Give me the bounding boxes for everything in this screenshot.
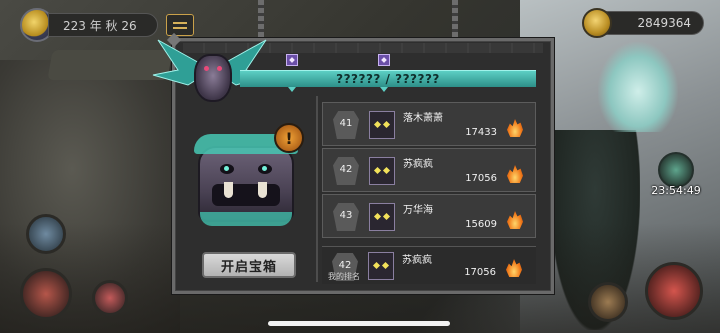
dialog-title: ?????? / ?????? [336,72,440,86]
fire-icon [507,211,523,229]
ranking-row[interactable]: 42 苏疯疯 17056 [322,148,536,192]
fire-icon [507,165,523,183]
event-timer[interactable]: 23:54:49 [646,152,706,197]
world-map-icon[interactable] [26,214,66,254]
my-avatar[interactable] [368,252,394,280]
rank-number: 42 [339,164,353,175]
open-chest-button[interactable]: 开启宝箱 [202,252,296,278]
hero-portrait-icon[interactable] [20,268,72,320]
player-avatar[interactable] [369,157,395,185]
monster-event-icon [658,152,694,188]
ranking-row[interactable]: 43 万华海 15609 [322,194,536,238]
emblem-eye [217,66,222,71]
player-score: 17056 [465,173,497,184]
player-score: 15609 [465,219,497,230]
rank-badge: 41 [333,111,359,139]
menu-icon [173,26,187,29]
player-avatar[interactable] [369,203,395,231]
chest-base [200,212,292,226]
ranking-list[interactable]: 41 落木萧萧 17433 42 苏疯疯 17056 43 万华海 15609 [322,96,536,246]
chest-eye [220,164,234,174]
player-name: 万华海 [403,205,433,216]
fire-icon [506,259,522,277]
dragon-sprite[interactable] [598,42,678,132]
chest-eye [258,164,272,174]
player-avatar[interactable] [369,111,395,139]
title-bar-arrow [380,87,388,92]
gold-coin-icon[interactable] [582,8,612,38]
list-divider [316,96,318,282]
battle-icon[interactable] [645,262,703,320]
chest-tooth [224,182,233,198]
my-rank-label: 我的排名 [328,272,360,281]
player-name: 苏疯疯 [403,159,433,170]
hanging-chain [452,0,458,40]
my-rank-number: 42 [338,260,352,271]
fire-icon [507,119,523,137]
chest-tooth [258,182,267,198]
player-score: 17433 [465,127,497,138]
gem-marker-icon [378,54,390,66]
rank-badge: 42 [333,157,359,185]
title-bar-arrow [288,87,296,92]
my-rank-row[interactable]: 42 我的排名 苏疯疯 17056 [322,246,536,284]
rank-number: 41 [339,118,353,129]
player-name: 落木萧萧 [403,113,443,124]
gold-bar: 2849364 [582,8,704,38]
menu-icon [173,21,187,24]
guild-badge-icon[interactable] [92,280,128,316]
my-player-name: 苏疯疯 [402,255,432,266]
inventory-bag-icon[interactable] [588,282,628,322]
emblem-eye [204,66,209,71]
my-player-score: 17056 [464,267,496,278]
ranking-row[interactable]: 41 落木萧萧 17433 [322,102,536,146]
chest-mouth [212,184,280,206]
dialog-title-bar: ?????? / ?????? [240,70,536,87]
alert-badge-icon[interactable]: ! [274,123,304,153]
gem-marker-icon [286,54,298,66]
rank-badge: 43 [333,203,359,231]
boss-emblem-icon [194,54,232,102]
rank-number: 43 [339,210,353,221]
date-display: 223 年 秋 26 [48,13,158,37]
timer-text: 23:54:49 [651,184,701,197]
gold-amount: 2849364 [604,11,704,35]
home-indicator[interactable] [268,321,450,326]
